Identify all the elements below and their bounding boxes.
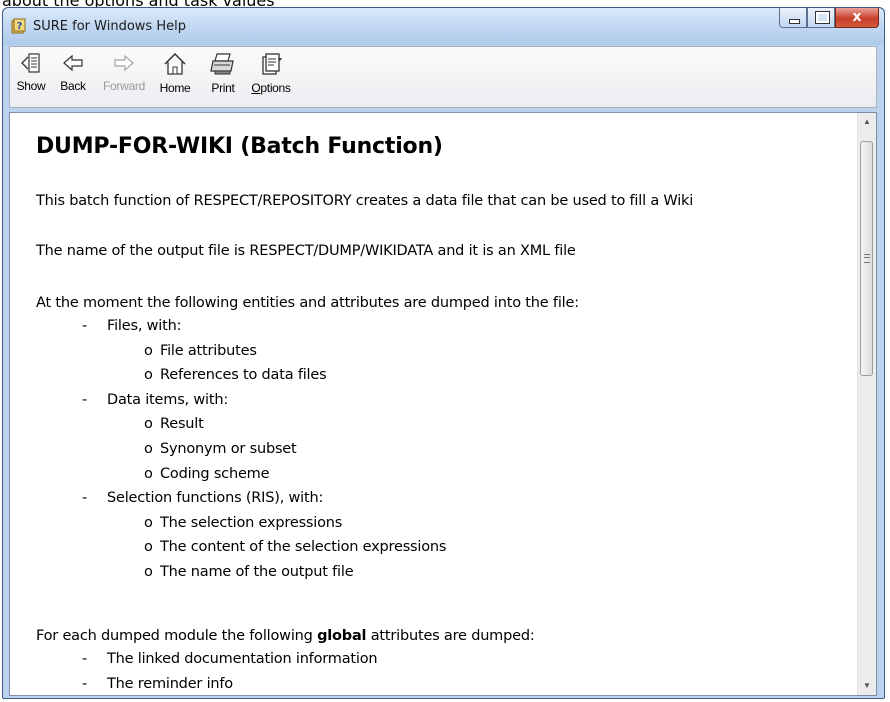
window-controls: x (779, 8, 879, 28)
close-icon: x (852, 9, 862, 25)
scroll-down-arrow-icon[interactable]: ▼ (858, 677, 876, 695)
window-title: SURE for Windows Help (33, 19, 186, 34)
global-keyword: global (317, 628, 367, 644)
back-arrow-icon (63, 54, 83, 72)
minimize-button[interactable] (779, 8, 807, 28)
help-document: DUMP-FOR-WIKI (Batch Function) This batc… (36, 134, 836, 692)
printer-icon (210, 53, 234, 75)
print-button[interactable]: Print (204, 52, 242, 102)
show-label: Show (16, 79, 46, 93)
intro-paragraph: This batch function of RESPECT/REPOSITOR… (36, 193, 694, 209)
back-label: Back (60, 79, 86, 93)
help-window: ? SURE for Windows Help x Show Back Forw… (2, 7, 885, 699)
vertical-scrollbar[interactable]: ▲ ▼ (857, 113, 876, 695)
options-button[interactable]: Options (248, 52, 294, 102)
forward-label: Forward (103, 79, 145, 93)
scroll-up-arrow-icon[interactable]: ▲ (858, 113, 876, 131)
show-pane-icon (21, 53, 40, 73)
home-label: Home (159, 81, 191, 95)
back-button[interactable]: Back (54, 52, 92, 102)
home-button[interactable]: Home (154, 52, 196, 102)
help-content-pane[interactable]: DUMP-FOR-WIKI (Batch Function) This batc… (9, 112, 877, 696)
entities-intro-paragraph: At the moment the following entities and… (36, 295, 579, 311)
maximize-icon (815, 11, 830, 24)
show-button[interactable]: Show (14, 52, 48, 102)
svg-text:?: ? (17, 21, 23, 32)
title-bar[interactable]: ? SURE for Windows Help x (3, 8, 884, 45)
maximize-button[interactable] (807, 8, 835, 28)
output-file-paragraph: The name of the output file is RESPECT/D… (36, 243, 576, 259)
minimize-icon (789, 19, 800, 24)
forward-button[interactable]: Forward (99, 52, 149, 102)
grip-icon (864, 254, 870, 263)
forward-arrow-icon (114, 54, 134, 72)
help-book-icon: ? (11, 18, 26, 34)
toolbar: Show Back Forward Home Print Options (9, 46, 877, 108)
options-icon (262, 53, 282, 75)
global-attributes-paragraph: For each dumped module the following glo… (36, 628, 535, 644)
scrollbar-thumb[interactable] (860, 141, 873, 376)
print-label: Print (211, 81, 235, 95)
close-button[interactable]: x (835, 8, 879, 28)
options-label: Options (251, 81, 291, 95)
page-title: DUMP-FOR-WIKI (Batch Function) (36, 134, 443, 159)
home-icon (164, 52, 186, 75)
